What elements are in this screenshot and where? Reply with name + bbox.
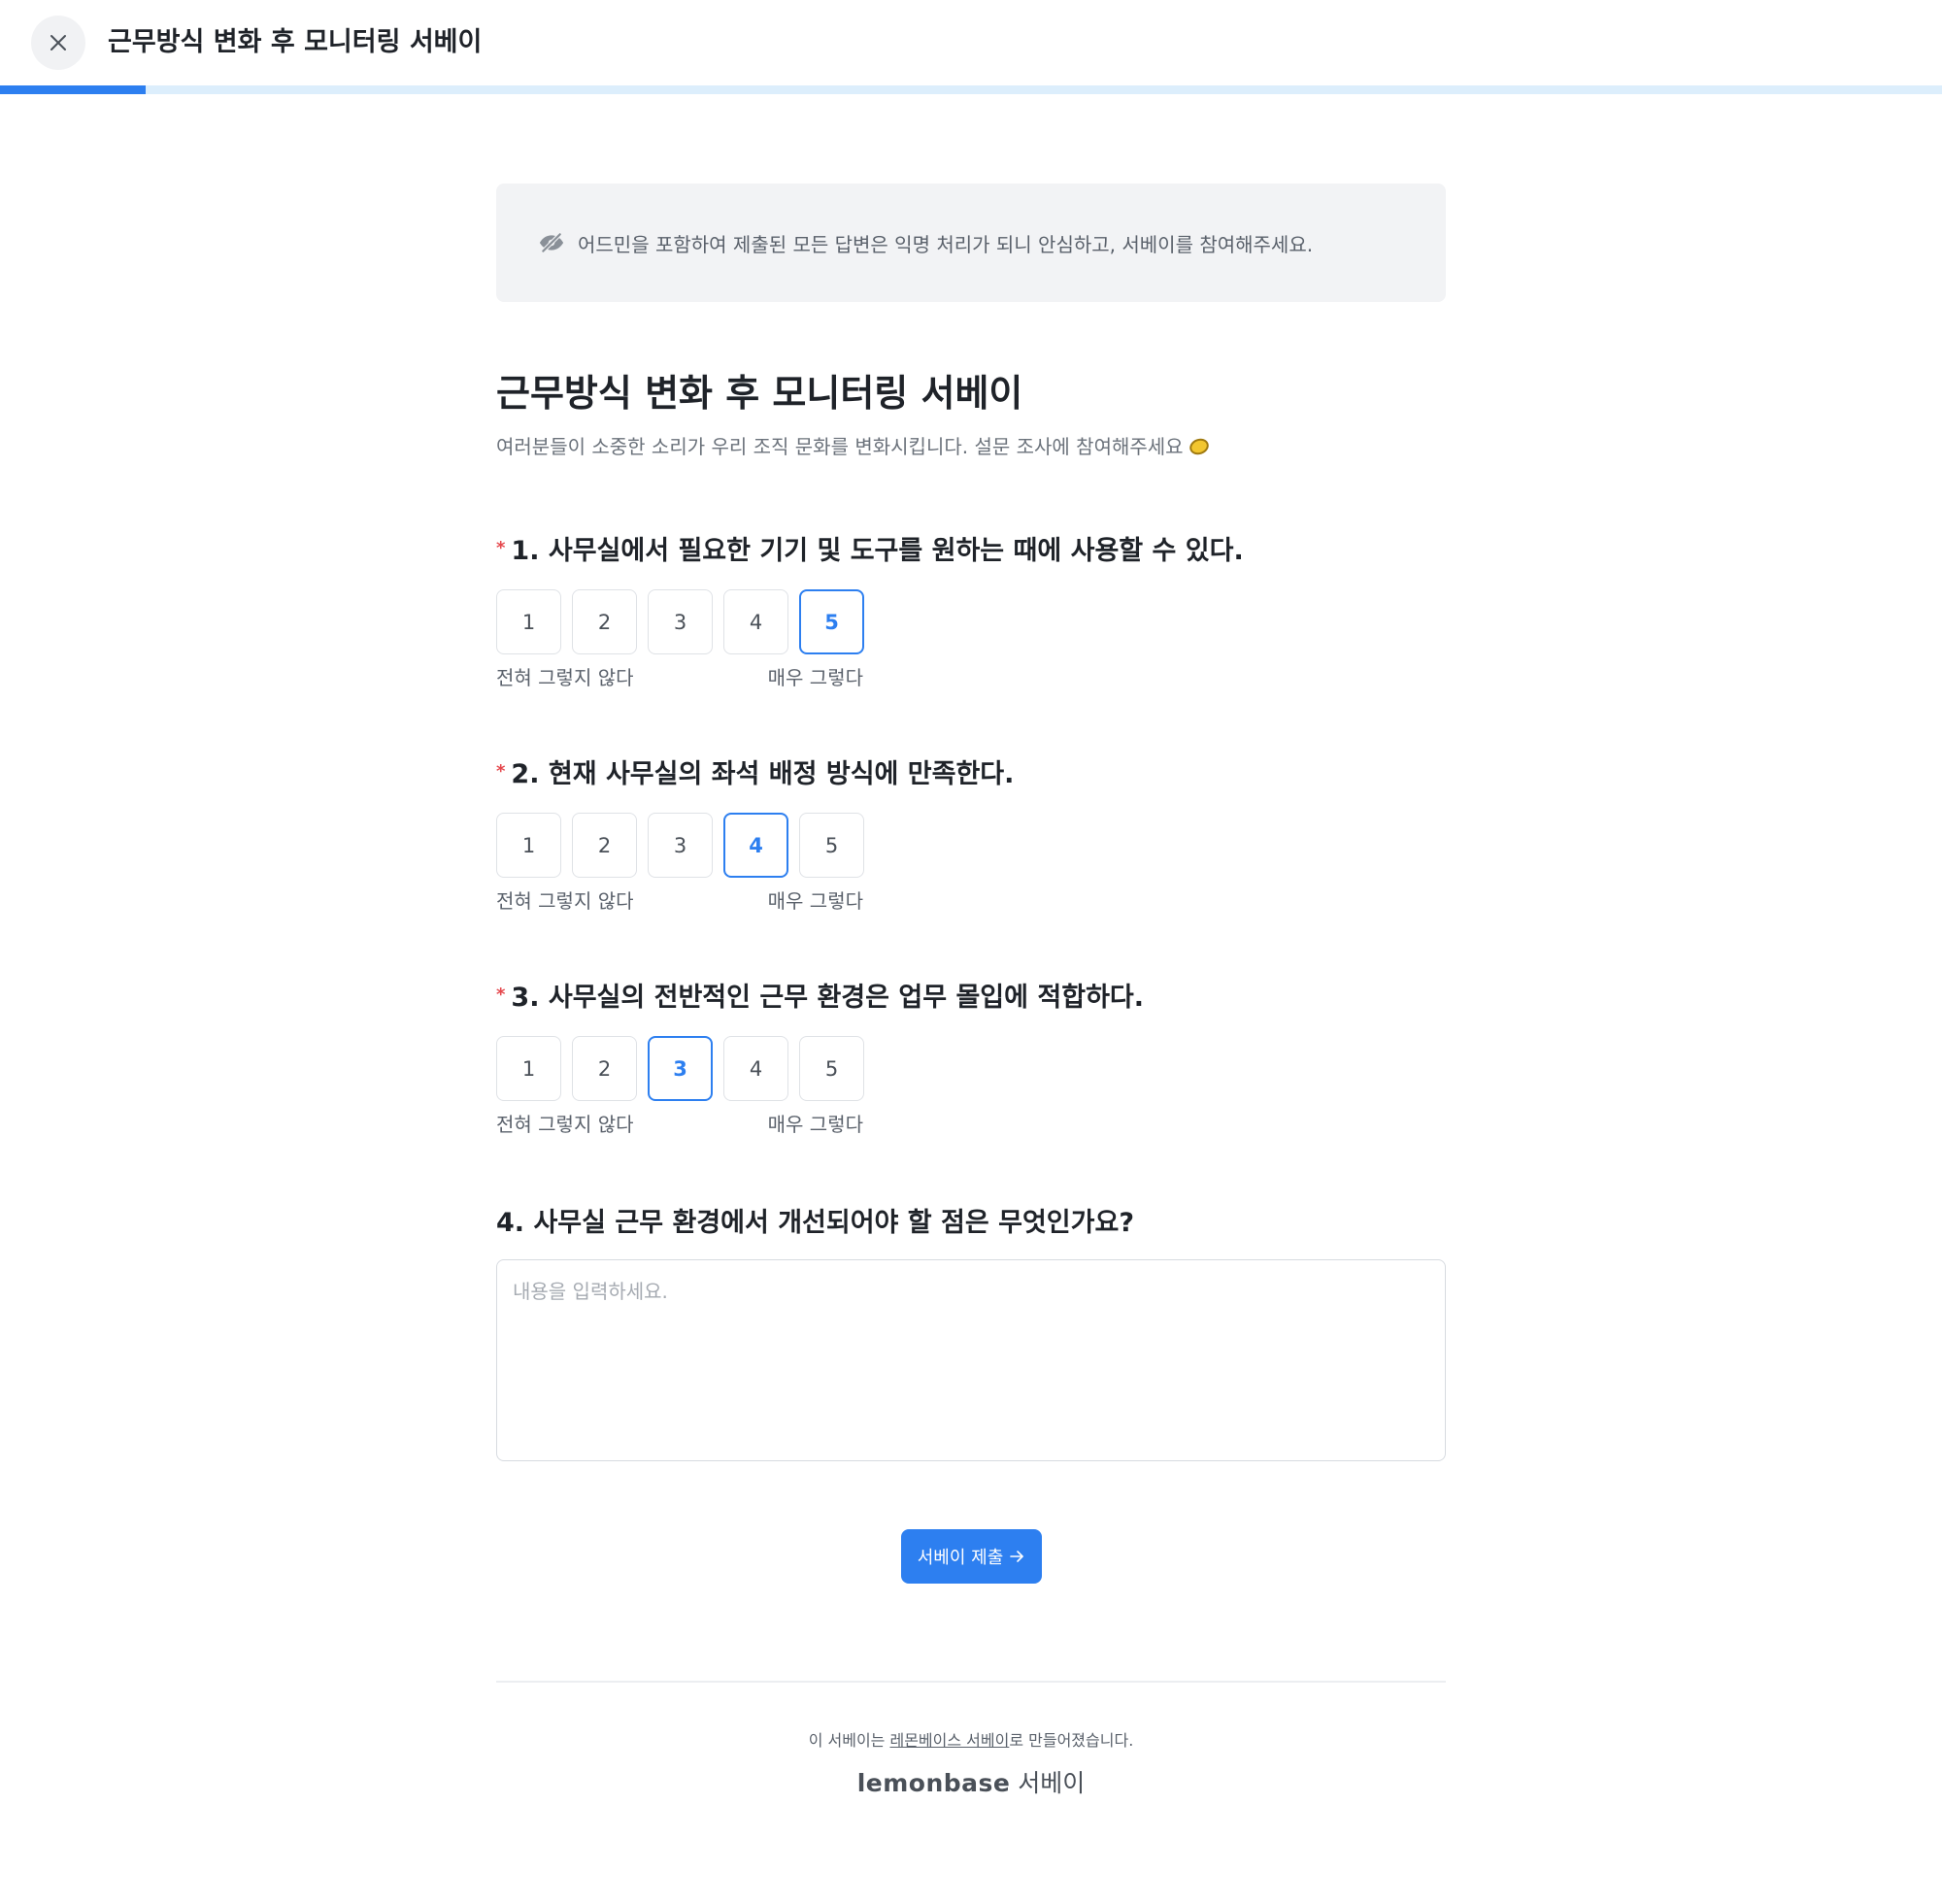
- rating-option-5[interactable]: 5: [799, 589, 864, 654]
- question-3: * 3. 사무실의 전반적인 근무 환경은 업무 몰입에 적합하다. 1 2 3…: [496, 980, 1446, 1137]
- footer-prefix: 이 서베이는: [808, 1731, 890, 1750]
- question-title: * 1. 사무실에서 필요한 기기 및 도구를 원하는 때에 사용할 수 있다.: [496, 533, 1446, 570]
- arrow-right-icon: [1010, 1551, 1024, 1562]
- survey-description: 여러분들이 소중한 소리가 우리 조직 문화를 변화시킵니다. 설문 조사에 참…: [496, 432, 1446, 461]
- rating-option-3[interactable]: 3: [648, 1036, 713, 1101]
- rating-option-5[interactable]: 5: [799, 1036, 864, 1101]
- question-title: * 3. 사무실의 전반적인 근무 환경은 업무 몰입에 적합하다.: [496, 980, 1446, 1017]
- scale-labels: 전혀 그렇지 않다 매우 그렇다: [496, 885, 863, 914]
- survey-form: 어드민을 포함하여 제출된 모든 답변은 익명 처리가 되니 안심하고, 서베이…: [496, 184, 1446, 1799]
- rating-option-3[interactable]: 3: [648, 813, 713, 878]
- rating-option-2[interactable]: 2: [572, 1036, 637, 1101]
- question-text: 2. 현재 사무실의 좌석 배정 방식에 만족한다.: [511, 759, 1015, 789]
- rating-option-4[interactable]: 4: [723, 813, 788, 878]
- scale-low-label: 전혀 그렇지 않다: [496, 666, 634, 689]
- required-mark: *: [496, 538, 506, 558]
- rating-option-4[interactable]: 4: [723, 1036, 788, 1101]
- answer-textarea[interactable]: [496, 1259, 1446, 1461]
- footer-suffix: 로 만들어졌습니다.: [1009, 1731, 1134, 1750]
- question-2: * 2. 현재 사무실의 좌석 배정 방식에 만족한다. 1 2 3 4 5 전…: [496, 756, 1446, 914]
- scale-low-label: 전혀 그렇지 않다: [496, 1113, 634, 1136]
- scale-high-label: 매우 그렇다: [767, 666, 863, 689]
- progress-fill: [0, 85, 146, 94]
- submit-area: 서베이 제출: [496, 1529, 1446, 1584]
- scale-labels: 전혀 그렇지 않다 매우 그렇다: [496, 662, 863, 690]
- rating-option-3[interactable]: 3: [648, 589, 713, 654]
- rating-scale: 1 2 3 4 5: [496, 1036, 1446, 1101]
- lemon-icon: [1187, 436, 1211, 457]
- rating-option-1[interactable]: 1: [496, 813, 561, 878]
- description-text: 여러분들이 소중한 소리가 우리 조직 문화를 변화시킵니다. 설문 조사에 참…: [496, 435, 1184, 458]
- rating-scale: 1 2 3 4 5: [496, 589, 1446, 654]
- required-mark: *: [496, 761, 506, 782]
- brand-suffix: 서베이: [1018, 1769, 1086, 1797]
- brand-name: lemonbase: [856, 1769, 1011, 1797]
- header-title: 근무방식 변화 후 모니터링 서베이: [108, 27, 483, 57]
- scale-high-label: 매우 그렇다: [767, 1113, 863, 1136]
- submit-label: 서베이 제출: [917, 1548, 1004, 1568]
- close-button[interactable]: [31, 16, 85, 70]
- anonymity-notice: 어드민을 포함하여 제출된 모든 답변은 익명 처리가 되니 안심하고, 서베이…: [496, 184, 1446, 302]
- eye-off-icon: [539, 229, 566, 256]
- question-title: * 2. 현재 사무실의 좌석 배정 방식에 만족한다.: [496, 756, 1446, 793]
- close-icon: [50, 35, 66, 50]
- scale-labels: 전혀 그렇지 않다 매우 그렇다: [496, 1109, 863, 1137]
- lemonbase-survey-link[interactable]: 레몬베이스 서베이: [889, 1731, 1009, 1750]
- required-mark: *: [496, 985, 506, 1005]
- rating-option-2[interactable]: 2: [572, 589, 637, 654]
- question-text: 3. 사무실의 전반적인 근무 환경은 업무 몰입에 적합하다.: [511, 983, 1145, 1013]
- footer-note: 이 서베이는 레몬베이스 서베이로 만들어졌습니다.: [496, 1727, 1446, 1751]
- footer-divider: [496, 1681, 1446, 1683]
- rating-option-5[interactable]: 5: [799, 813, 864, 878]
- question-text: 1. 사무실에서 필요한 기기 및 도구를 원하는 때에 사용할 수 있다.: [511, 536, 1244, 566]
- submit-button[interactable]: 서베이 제출: [900, 1529, 1042, 1584]
- rating-option-1[interactable]: 1: [496, 1036, 561, 1101]
- rating-option-2[interactable]: 2: [572, 813, 637, 878]
- notice-text: 어드민을 포함하여 제출된 모든 답변은 익명 처리가 되니 안심하고, 서베이…: [578, 232, 1314, 256]
- scale-high-label: 매우 그렇다: [767, 889, 863, 913]
- question-title: 4. 사무실 근무 환경에서 개선되어야 할 점은 무엇인가요?: [496, 1208, 1134, 1238]
- question-4: 4. 사무실 근무 환경에서 개선되어야 할 점은 무엇인가요?: [496, 1205, 1446, 1465]
- rating-option-4[interactable]: 4: [723, 589, 788, 654]
- rating-option-1[interactable]: 1: [496, 589, 561, 654]
- question-1: * 1. 사무실에서 필요한 기기 및 도구를 원하는 때에 사용할 수 있다.…: [496, 533, 1446, 690]
- top-bar: 근무방식 변화 후 모니터링 서베이: [0, 0, 1942, 85]
- progress-bar: [0, 85, 1942, 94]
- scale-low-label: 전혀 그렇지 않다: [496, 889, 634, 913]
- survey-title: 근무방식 변화 후 모니터링 서베이: [496, 372, 1023, 415]
- brand-logo: lemonbase 서베이: [496, 1764, 1446, 1799]
- rating-scale: 1 2 3 4 5: [496, 813, 1446, 878]
